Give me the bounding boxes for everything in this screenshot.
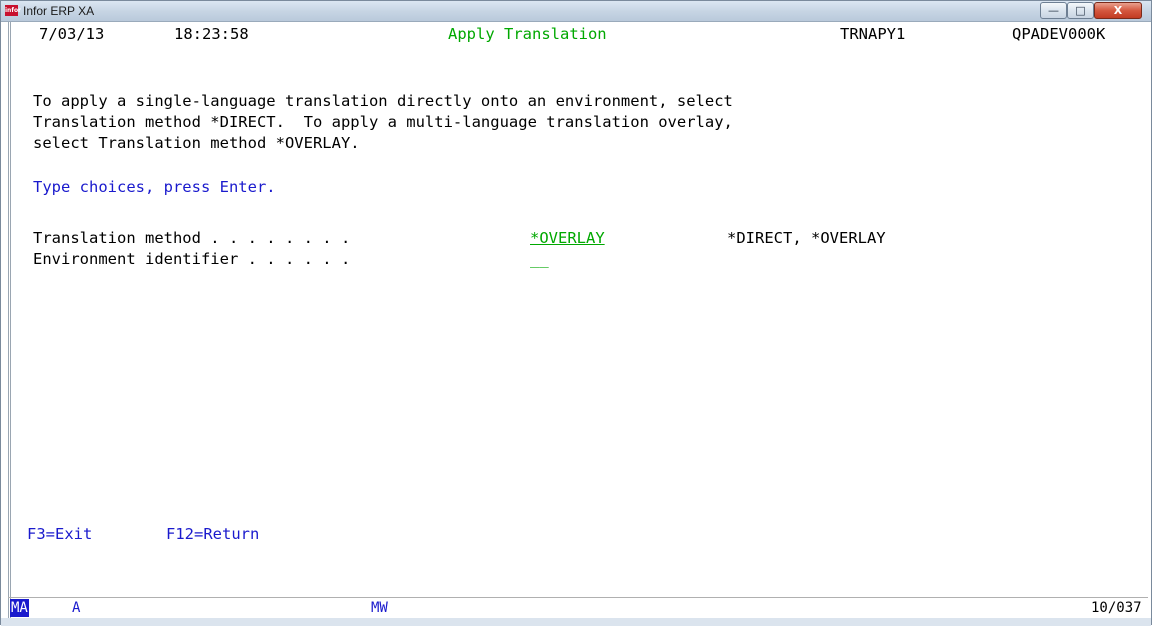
prompt-text: Type choices, press Enter. xyxy=(33,178,276,196)
session-label: MA xyxy=(10,599,29,617)
environment-identifier-input[interactable]: __ xyxy=(530,250,549,268)
f3-exit-key[interactable]: F3=Exit xyxy=(27,525,92,543)
cursor-position: 10/037 xyxy=(1091,600,1142,616)
instruction-line-1: To apply a single-language translation d… xyxy=(33,92,733,110)
minimize-button[interactable]: — xyxy=(1040,2,1067,19)
translation-method-allowed: *DIRECT, *OVERLAY xyxy=(727,229,886,247)
instruction-line-2: Translation method *DIRECT. To apply a m… xyxy=(33,113,733,131)
status-bar: MA A MW 10/037 xyxy=(8,597,1148,618)
device-name: QPADEV000K xyxy=(1012,25,1106,43)
mode-indicator: A xyxy=(72,600,81,616)
translation-method-label: Translation method . . . . . . . . xyxy=(33,229,351,247)
maximize-button[interactable]: □ xyxy=(1067,2,1094,19)
header-date: 7/03/13 xyxy=(39,25,105,43)
header-time: 18:23:58 xyxy=(174,25,249,43)
mw-indicator: MW xyxy=(371,600,388,616)
terminal-window: infor Infor ERP XA — □ X 7/03/13 18:23:5… xyxy=(0,0,1152,626)
screen-title: Apply Translation xyxy=(448,25,607,43)
infor-app-icon: infor xyxy=(5,5,22,16)
title-bar[interactable]: infor Infor ERP XA — □ X xyxy=(1,1,1151,22)
program-name: TRNAPY1 xyxy=(840,25,906,43)
terminal-screen[interactable]: 7/03/13 18:23:58 Apply Translation TRNAP… xyxy=(8,22,1148,618)
close-button[interactable]: X xyxy=(1094,2,1142,19)
translation-method-input[interactable]: *OVERLAY xyxy=(530,229,605,247)
window-title: Infor ERP XA xyxy=(23,4,95,18)
environment-identifier-label: Environment identifier . . . . . . xyxy=(33,250,351,268)
session-indicator: MA xyxy=(10,599,29,617)
f12-return-key[interactable]: F12=Return xyxy=(166,525,259,543)
instruction-line-3: select Translation method *OVERLAY. xyxy=(33,134,360,152)
